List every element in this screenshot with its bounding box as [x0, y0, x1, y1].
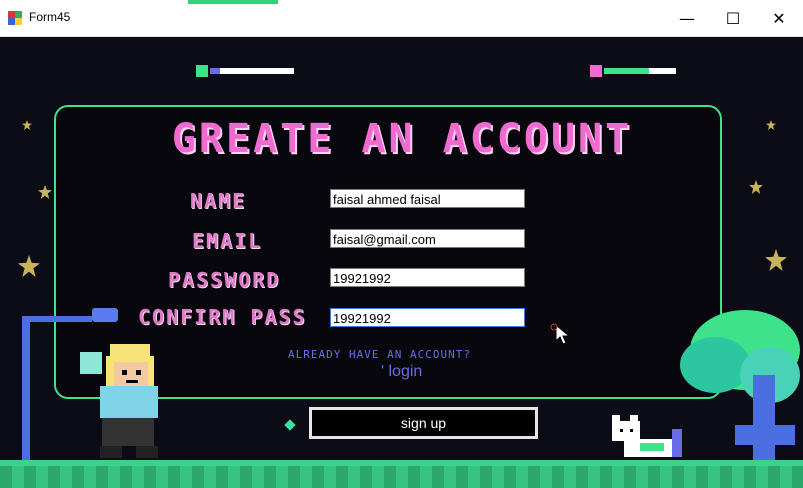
name-label: NAME: [190, 189, 247, 213]
login-link[interactable]: ' login: [381, 363, 422, 381]
star-icon: [38, 185, 52, 199]
star-icon: [749, 180, 763, 194]
lamp-post: [22, 319, 30, 461]
window-titlebar: Form45 — ☐ ✕: [0, 0, 803, 37]
lamp-arm: [22, 316, 92, 322]
name-field[interactable]: faisal ahmed faisal: [330, 189, 525, 208]
minimize-button[interactable]: —: [664, 0, 710, 36]
email-field[interactable]: faisal@gmail.com: [330, 229, 525, 248]
lamp-head: [92, 308, 118, 322]
cursor-icon: [550, 323, 571, 345]
star-icon: [766, 120, 776, 130]
star-icon: [765, 249, 787, 271]
close-button[interactable]: ✕: [756, 0, 802, 36]
top-strip: [188, 0, 278, 4]
page-title: GREATE AN ACCOUNT: [171, 116, 633, 162]
tree-sprite: [680, 310, 800, 460]
app-icon: [8, 11, 22, 25]
window-title: Form45: [29, 10, 71, 24]
confirm-password-field[interactable]: 19921992: [330, 308, 525, 327]
maximize-button[interactable]: ☐: [710, 0, 756, 36]
already-have-account-text: ALREADY HAVE AN ACCOUNT?: [288, 348, 471, 361]
email-label: EMAIL: [192, 229, 263, 253]
confirm-password-label: CONFIRM PASS: [138, 305, 307, 329]
star-icon: [22, 120, 32, 130]
star-icon: [18, 255, 40, 277]
sign-up-button[interactable]: sign up: [309, 407, 538, 439]
health-bar-right: [590, 65, 676, 77]
password-label: PASSWORD: [168, 268, 281, 292]
ground-bricks: [0, 466, 803, 488]
health-bar-left: [196, 65, 294, 77]
password-field[interactable]: 19921992: [330, 268, 525, 287]
character-sprite: [80, 344, 158, 458]
